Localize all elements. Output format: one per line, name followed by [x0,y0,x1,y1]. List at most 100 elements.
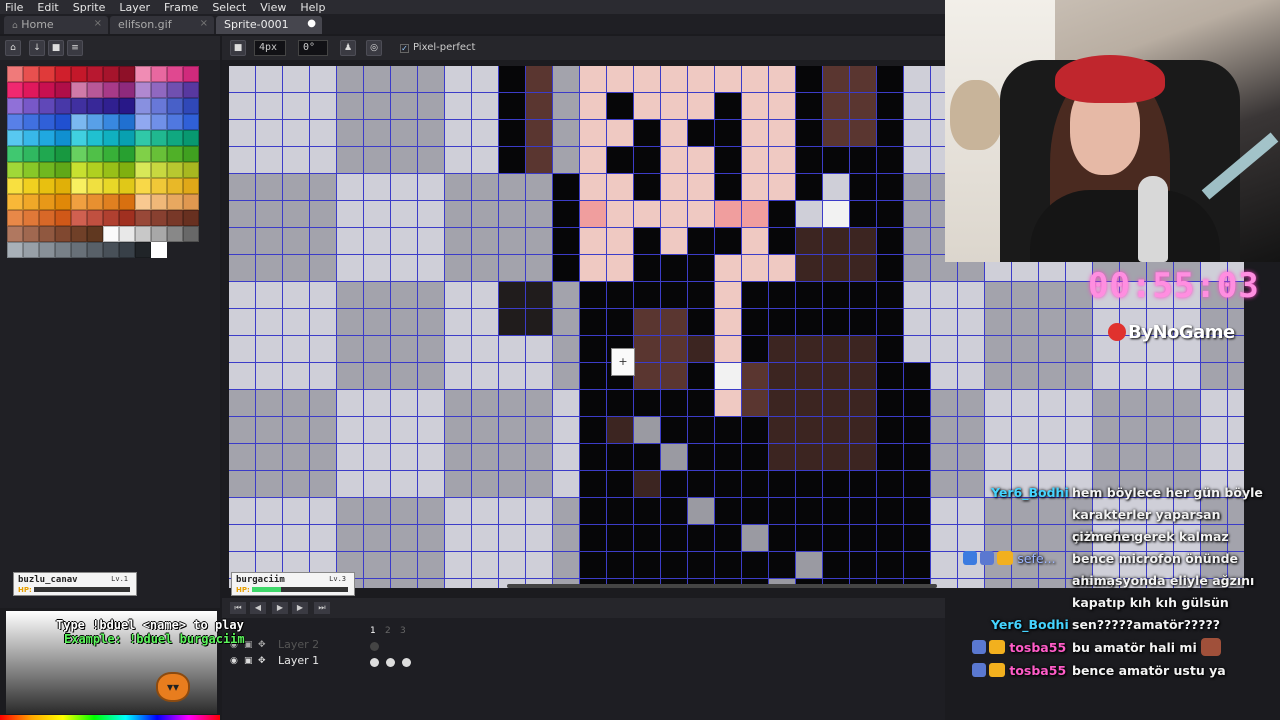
palette-swatch[interactable] [151,66,167,82]
palette-swatch[interactable] [167,194,183,210]
palette-swatch[interactable] [119,178,135,194]
menu-select[interactable]: Select [212,1,246,14]
palette-swatch[interactable] [167,226,183,242]
palette-swatch[interactable] [7,146,23,162]
palette-swatch[interactable] [135,210,151,226]
palette-swatch[interactable] [71,130,87,146]
palette-swatch[interactable] [119,66,135,82]
palette-swatch[interactable] [55,210,71,226]
palette-swatch[interactable] [7,114,23,130]
menu-edit[interactable]: Edit [37,1,58,14]
layer-row-layer-1[interactable]: ◉ ▣ ✥ Layer 1 [222,654,412,670]
palette-swatch[interactable] [87,226,103,242]
palette-swatch[interactable] [103,242,119,258]
palette-swatch[interactable] [167,66,183,82]
palette-swatch[interactable] [55,114,71,130]
palette-swatch[interactable] [183,146,199,162]
palette-swatch[interactable] [167,114,183,130]
palette-swatch[interactable] [87,242,103,258]
presets-icon[interactable]: ■ [48,40,64,56]
cel-icon[interactable] [370,658,379,667]
palette-swatch[interactable] [71,194,87,210]
palette-swatch[interactable] [23,130,39,146]
sort-icon[interactable]: ↓ [29,40,45,56]
palette-swatch[interactable] [39,130,55,146]
palette-swatch[interactable] [135,178,151,194]
menu-help[interactable]: Help [300,1,325,14]
lock-icon[interactable]: ⌂ [5,40,21,56]
palette-swatch[interactable] [135,114,151,130]
frame-number[interactable]: 3 [400,626,406,636]
palette-swatch[interactable] [103,194,119,210]
palette-swatch[interactable] [135,226,151,242]
palette-swatch[interactable] [183,66,199,82]
palette-swatch[interactable] [7,162,23,178]
palette-swatch[interactable] [87,66,103,82]
palette-swatch[interactable] [71,210,87,226]
palette-swatch[interactable] [135,130,151,146]
frame-number[interactable]: 2 [385,626,391,636]
palette-swatch[interactable] [151,162,167,178]
modified-dot-icon[interactable]: ● [307,18,316,29]
palette-swatch[interactable] [87,210,103,226]
palette-swatch[interactable] [183,82,199,98]
palette-swatch[interactable] [135,98,151,114]
checkbox-icon[interactable]: ✓ [400,44,409,53]
palette-swatch[interactable] [87,98,103,114]
palette-swatch[interactable] [119,194,135,210]
hue-slider[interactable] [0,715,220,720]
pixel-perfect-option[interactable]: ✓ Pixel-perfect [400,42,475,53]
palette-swatch[interactable] [135,146,151,162]
palette-swatch[interactable] [39,226,55,242]
palette-swatch[interactable] [23,82,39,98]
palette-swatch[interactable] [135,66,151,82]
palette-swatch[interactable] [23,66,39,82]
palette-swatch[interactable] [119,98,135,114]
link-icon[interactable]: ✥ [258,640,266,650]
palette-swatch[interactable] [151,226,167,242]
palette-swatch[interactable] [39,146,55,162]
palette-swatch[interactable] [71,114,87,130]
palette-swatch[interactable] [167,98,183,114]
palette-swatch[interactable] [39,242,55,258]
cel-icon[interactable] [402,658,411,667]
palette-swatch[interactable] [23,114,39,130]
palette-swatch[interactable] [7,98,23,114]
menu-sprite[interactable]: Sprite [73,1,106,14]
close-icon[interactable]: × [94,18,102,29]
lock-icon[interactable]: ▣ [244,640,253,650]
palette-swatch[interactable] [39,98,55,114]
palette-swatch[interactable] [183,114,199,130]
first-frame-icon[interactable]: ⏮ [230,602,246,614]
brush-angle-field[interactable]: 0° [298,40,328,56]
palette-swatch[interactable] [135,242,151,258]
palette-swatch[interactable] [135,194,151,210]
options-icon[interactable]: ≡ [67,40,83,56]
palette-swatch[interactable] [151,82,167,98]
link-icon[interactable]: ✥ [258,656,266,666]
menu-file[interactable]: File [5,1,23,14]
palette-swatch[interactable] [183,130,199,146]
palette-swatch[interactable] [183,162,199,178]
palette-swatch[interactable] [87,82,103,98]
palette-swatch[interactable] [55,82,71,98]
menu-frame[interactable]: Frame [164,1,198,14]
palette-swatch[interactable] [167,130,183,146]
layer-row-layer-2[interactable]: ◉ ▣ ✥ Layer 2 [222,638,412,654]
palette-swatch[interactable] [103,66,119,82]
palette-swatch[interactable] [103,162,119,178]
palette-swatch[interactable] [87,114,103,130]
next-frame-icon[interactable]: ▶ [292,602,308,614]
palette-swatch[interactable] [167,146,183,162]
palette-swatch[interactable] [7,226,23,242]
palette-swatch[interactable] [55,242,71,258]
palette-swatch[interactable] [167,178,183,194]
palette-swatch[interactable] [71,98,87,114]
palette-swatch[interactable] [151,98,167,114]
palette-swatch[interactable] [23,210,39,226]
palette-swatch[interactable] [7,210,23,226]
palette-swatch[interactable] [7,194,23,210]
palette-swatch[interactable] [23,178,39,194]
palette-swatch[interactable] [55,98,71,114]
palette-swatch[interactable] [103,114,119,130]
